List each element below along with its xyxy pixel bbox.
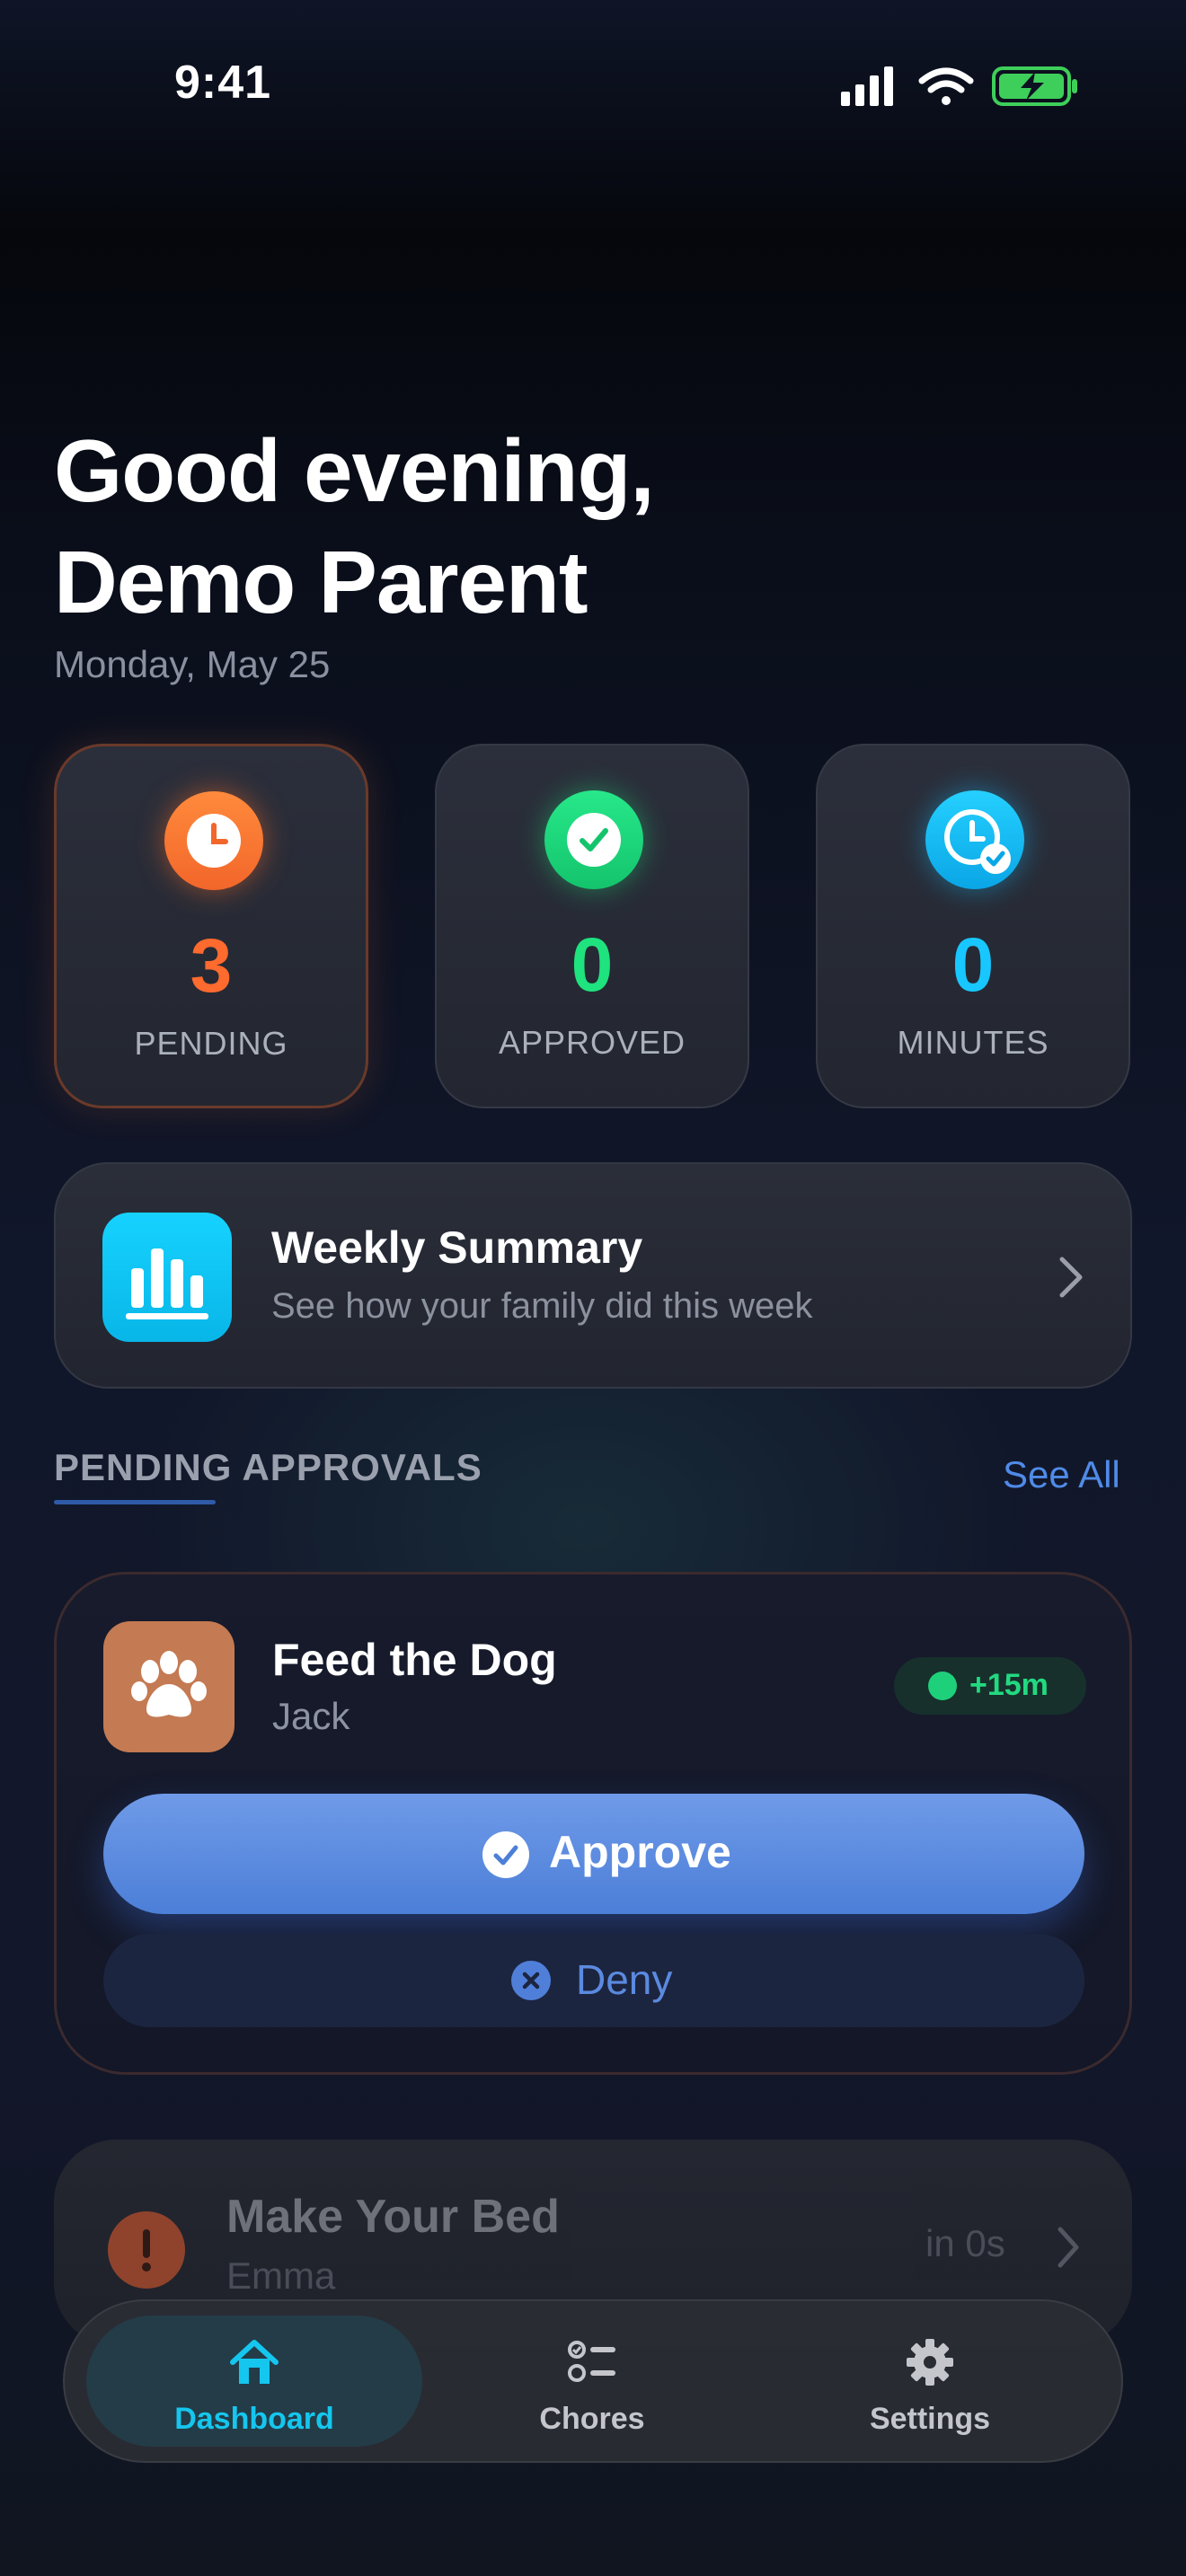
tab-bar: Dashboard Chores Settings [63,2299,1123,2463]
child-name: Jack [272,1695,350,1737]
alert-icon [108,2211,185,2289]
battery-icon [992,66,1077,106]
tab-dashboard[interactable]: Dashboard [86,2316,422,2447]
home-icon [227,2335,281,2389]
chore-title: Feed the Dog [272,1635,557,1685]
see-all-link[interactable]: See All [1003,1453,1120,1496]
deny-button[interactable]: Deny [103,1934,1084,2027]
minutes-count: 0 [951,922,995,1007]
signal-icon [841,66,893,106]
stat-card-pending[interactable]: 3 PENDING [54,744,368,1108]
gear-icon [903,2335,957,2389]
pending-label: PENDING [134,1025,288,1062]
approval-card: Feed the Dog Jack +15m Approve Deny [54,1572,1132,2075]
current-date: Monday, May 25 [54,643,331,685]
chore-title: Make Your Bed [226,2191,560,2243]
checklist-icon [565,2335,619,2389]
greeting: Good evening, Demo Parent [54,415,655,638]
check-circle-icon [482,1831,529,1878]
status-icons [841,63,1078,108]
clock-check-icon [925,790,1024,889]
chevron-right-icon [1053,2222,1084,2272]
pending-count: 3 [190,923,233,1008]
tab-settings[interactable]: Settings [762,2316,1098,2447]
weekly-summary-title: Weekly Summary [271,1222,643,1273]
timer-icon [928,1672,957,1700]
minutes-label: MINUTES [897,1024,1049,1061]
deny-label: Deny [576,1956,673,2003]
approved-label: APPROVED [498,1024,686,1061]
pending-approvals-heading: PENDING APPROVALS [54,1446,482,1488]
wifi-icon [918,67,974,105]
greeting-line-1: Good evening, [54,421,655,520]
bar-chart-icon [102,1213,232,1342]
x-circle-icon [511,1961,551,2000]
check-circle-icon [544,790,643,889]
approve-button[interactable]: Approve [103,1794,1084,1914]
weekly-summary-subtitle: See how your family did this week [271,1286,813,1326]
paw-icon [103,1621,235,1752]
reward-amount: +15m [969,1668,1049,1702]
chevron-right-icon [1053,1250,1089,1304]
approved-count: 0 [571,922,614,1007]
stat-card-minutes[interactable]: 0 MINUTES [816,744,1130,1108]
tab-label: Chores [539,2402,645,2436]
approve-label: Approve [549,1827,731,1877]
stat-card-approved[interactable]: 0 APPROVED [435,744,749,1108]
weekly-summary-card[interactable]: Weekly Summary See how your family did t… [54,1162,1132,1389]
tab-label: Settings [869,2402,991,2436]
clock-icon [164,791,263,890]
tab-label: Dashboard [174,2402,334,2436]
tab-chores[interactable]: Chores [424,2316,760,2447]
reward-badge: +15m [894,1657,1086,1715]
status-time: 9:41 [174,57,272,109]
child-name: Emma [226,2254,336,2297]
section-underline [54,1500,216,1504]
time-remaining: in 0s [925,2222,1005,2264]
greeting-line-2: Demo Parent [54,533,589,631]
